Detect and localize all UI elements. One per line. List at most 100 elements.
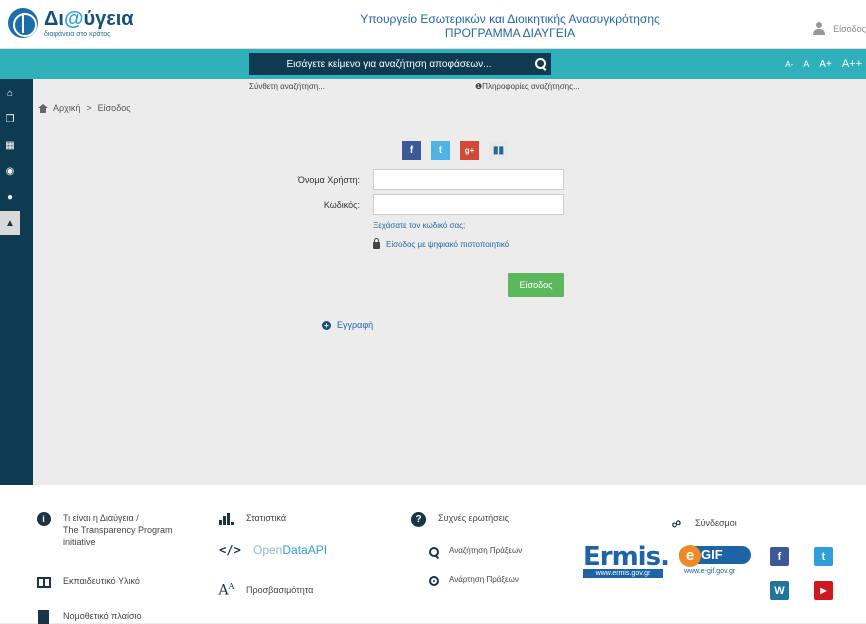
footer-accessibility-label: Προσβασιμότητα <box>246 585 314 595</box>
footer-facebook-icon[interactable]: f <box>770 547 789 566</box>
ministry-line-1: Υπουργείο Εσωτερικών και Διοικητικής Ανα… <box>360 12 660 26</box>
home-icon: ⌂ <box>6 87 14 99</box>
login-button[interactable]: Είσοδος <box>508 273 564 297</box>
bar-chart-icon <box>219 513 234 525</box>
ermis-word: Ermis. <box>583 542 670 572</box>
footer-about-line-2: The Transparency Program <box>63 525 173 535</box>
footer-wordpress-icon[interactable]: W <box>770 581 789 600</box>
footer-opendata-link[interactable]: </> OpenDataAPI <box>219 543 327 557</box>
sidebar-item-user[interactable]: ▲ <box>0 211 20 235</box>
font-size-decrease[interactable]: A- <box>785 60 793 69</box>
top-header: Δι@ύγεια διαφάνεια στο κράτος Υπουργείο … <box>0 0 866 49</box>
font-size-controls: A- A A+ A++ <box>775 49 862 79</box>
twitter-icon[interactable]: t <box>431 141 450 160</box>
user-login-link[interactable]: Είσοδος <box>813 22 866 35</box>
footer-twitter-icon[interactable]: t <box>814 547 833 566</box>
font-size-max[interactable]: A++ <box>842 58 862 70</box>
footer-search-acts-link[interactable]: Αναζήτηση Πράξεων <box>426 545 522 559</box>
ermis-logo[interactable]: Ermis. www.ermis.gov.gr <box>583 544 670 578</box>
sidebar-item-globe[interactable]: ◉ <box>0 159 20 183</box>
user-icon: ▲ <box>5 217 15 229</box>
search-icon[interactable] <box>529 53 551 75</box>
search-info-label: Πληροφορίες αναζήτησης... <box>482 82 580 91</box>
password-label: Κωδικός: <box>323 200 360 210</box>
user-login-label: Είσοδος <box>833 23 866 34</box>
search-info-link[interactable]: ❶Πληροφορίες αναζήτησης... <box>475 82 580 91</box>
footer-faq-label: Συχνές ερωτήσεις <box>438 513 510 523</box>
footer-faq-link[interactable]: ? Συχνές ερωτήσεις <box>411 511 510 527</box>
opendata-api-text: API <box>307 543 328 557</box>
breadcrumb-separator: > <box>86 103 92 113</box>
egif-url: www.e-gif.gov.gr <box>684 568 736 575</box>
footer-accessibility-link[interactable]: AA Προσβασιμότητα <box>218 581 314 599</box>
plus-circle-icon: + <box>322 320 331 330</box>
gov-auth-icon[interactable]: ▮▮ <box>489 141 508 160</box>
footer-links-link[interactable]: ∞ Σύνδεσμοι <box>667 513 737 533</box>
username-label: Όνομα Χρήστη: <box>297 175 360 185</box>
opendata-api-label: OpenDataAPI <box>253 543 327 557</box>
sidebar-item-chat[interactable]: ● <box>0 185 20 209</box>
bookmark-icon: ❐ <box>5 113 15 125</box>
upload-icon <box>428 576 439 586</box>
opendata-open-text: Open <box>253 543 283 557</box>
footer-about-line-3: initiative <box>63 537 96 547</box>
question-circle-icon: ? <box>411 511 426 527</box>
globe-icon: ◉ <box>5 165 15 177</box>
certificate-login-label: Είσοδος με ψηφιακό πιστοποιητικό <box>386 240 510 249</box>
footer-publish-acts-label: Ανάρτηση Πράξεων <box>449 575 519 584</box>
egif-e-icon: e <box>679 545 701 567</box>
footer-legal-label: Νομοθετικό πλαίσιο <box>63 611 142 621</box>
footer-educational-label: Εκπαιδευτικό Υλικό <box>63 576 140 586</box>
logo-subtitle: διαφάνεια στο κράτος <box>44 30 111 38</box>
footer-links-label: Σύνδεσμοι <box>695 518 737 528</box>
chat-icon: ● <box>6 191 14 203</box>
footer-about-link[interactable]: i Τι είναι η Διαύγεια / The Transparency… <box>36 512 173 548</box>
footer-search-acts-label: Αναζήτηση Πράξεων <box>449 546 523 555</box>
search-bar: Εισάγετε κείμενο για αναζήτηση αποφάσεων… <box>0 49 866 79</box>
breadcrumb-home[interactable]: Αρχική <box>53 103 80 113</box>
sidebar-item-home[interactable]: ⌂ <box>0 81 20 105</box>
sidebar-item-bookmark[interactable]: ❐ <box>0 107 20 131</box>
footer-educational-link[interactable]: Εκπαιδευτικό Υλικό <box>36 575 140 589</box>
ministry-line-2: ΠΡΟΓΡΑΜΜΑ ΔΙΑΥΓΕΙΑ <box>444 26 576 40</box>
search-input[interactable]: Εισάγετε κείμενο για αναζήτηση αποφάσεων… <box>249 53 551 75</box>
certificate-login-link[interactable]: Είσοδος με ψηφιακό πιστοποιητικό <box>373 238 510 249</box>
google-plus-icon[interactable]: g+ <box>460 141 479 160</box>
egif-word: e GIF <box>679 545 751 567</box>
advanced-search-link[interactable]: Σύνθετη αναζήτηση... <box>249 82 325 91</box>
globe-logo-icon <box>8 8 38 38</box>
code-icon: </> <box>219 543 241 557</box>
document-icon <box>38 610 49 624</box>
info-circle-icon: i <box>36 512 51 526</box>
register-link[interactable]: + Εγγραφή <box>322 320 373 330</box>
egif-logo[interactable]: e GIF www.e-gif.gov.gr <box>676 544 756 578</box>
sidebar-item-table[interactable]: ▦ <box>0 133 20 157</box>
social-login-icons: f t g+ ▮▮ <box>402 141 518 160</box>
link-icon: ∞ <box>667 513 684 533</box>
facebook-icon[interactable]: f <box>402 141 421 160</box>
ermis-url: www.ermis.gov.gr <box>583 569 663 578</box>
footer-statistics-label: Στατιστικά <box>246 513 287 523</box>
password-field[interactable] <box>373 194 564 215</box>
magnifier-icon <box>428 546 440 558</box>
font-size-normal[interactable]: A <box>803 59 809 69</box>
forgot-password-link[interactable]: Ξεχάσατε τον κωδικό σας; <box>373 221 465 230</box>
breadcrumb: Αρχική > Είσοδος <box>38 103 131 113</box>
logo-title: Δι@ύγεια <box>44 7 134 30</box>
site-logo[interactable]: Δι@ύγεια διαφάνεια στο κράτος <box>8 8 134 38</box>
opendata-data-text: Data <box>282 543 308 557</box>
ministry-title: Υπουργείο Εσωτερικών και Διοικητικής Ανα… <box>300 12 720 40</box>
footer-about-line-1: Τι είναι η Διαύγεια / <box>63 513 139 523</box>
font-size-increase[interactable]: A+ <box>819 59 832 70</box>
username-field[interactable] <box>373 169 564 190</box>
search-placeholder: Εισάγετε κείμενο για αναζήτηση αποφάσεων… <box>286 58 492 70</box>
lock-icon <box>373 238 380 249</box>
left-sidebar: ⌂ ❐ ▦ ◉ ● ▲ <box>0 79 33 485</box>
breadcrumb-current: Είσοδος <box>97 103 131 113</box>
footer-youtube-icon[interactable]: ▶ <box>814 581 833 600</box>
font-size-icon: AA <box>218 581 235 599</box>
register-label: Εγγραφή <box>337 320 374 330</box>
footer-publish-acts-link[interactable]: Ανάρτηση Πράξεων <box>426 574 519 588</box>
footer-statistics-link[interactable]: Στατιστικά <box>219 512 286 526</box>
footer-legal-link[interactable]: Νομοθετικό πλαίσιο <box>36 610 142 624</box>
